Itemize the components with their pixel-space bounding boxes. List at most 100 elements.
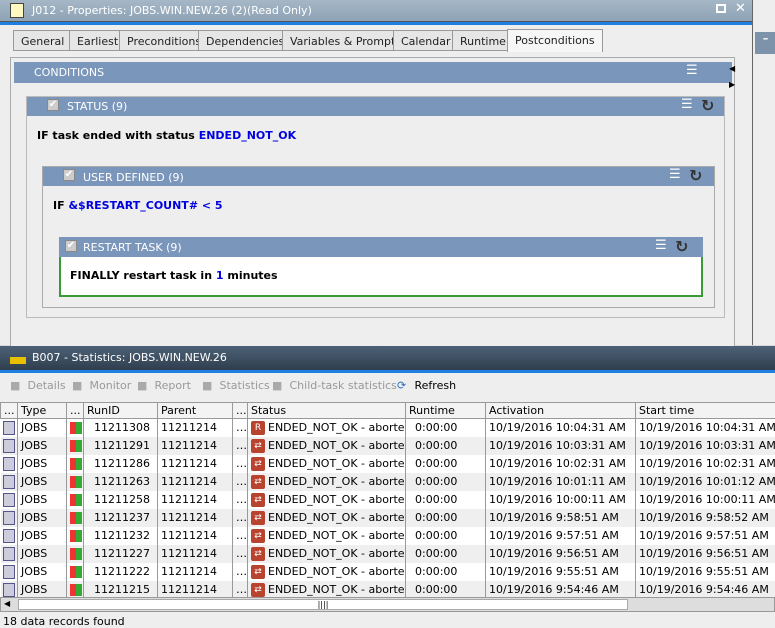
tab-earliest[interactable]: Earliest — [69, 30, 127, 51]
status-cell: ⇄ ENDED_NOT_OK - aborted — [247, 544, 406, 563]
monitor-icon: ■ — [72, 379, 83, 392]
windows-icon — [70, 512, 82, 524]
refresh-icon[interactable]: ↻ — [675, 237, 688, 256]
user-condition: IF &$RESTART_COUNT# < 5 — [53, 199, 223, 212]
statistics-titlebar: B007 - Statistics: JOBS.WIN.NEW.26 — [0, 346, 775, 370]
scroll-right-icon[interactable]: ▶ — [729, 80, 735, 89]
status-condition: IF task ended with status ENDED_NOT_OK — [37, 129, 297, 142]
table-row[interactable]: JOBS 11211291 11211214 … ⇄ ENDED_NOT_OK -… — [0, 436, 775, 455]
more-cell: … — [232, 562, 248, 581]
status-block: ✔ STATUS (9) ☰ ↻ IF task ended with stat… — [26, 96, 725, 318]
parent-cell: 11211214 — [157, 454, 233, 473]
table-row[interactable]: JOBS 11211286 11211214 … ⇄ ENDED_NOT_OK -… — [0, 454, 775, 473]
list-icon[interactable]: ☰ — [655, 238, 667, 253]
type-cell: JOBS — [17, 418, 67, 437]
parent-cell: 11211214 — [157, 544, 233, 563]
maximize-icon[interactable] — [716, 4, 726, 13]
list-icon[interactable]: ☰ — [681, 97, 693, 112]
tab-general[interactable]: General — [13, 30, 73, 51]
refresh-icon[interactable]: ↻ — [701, 96, 714, 115]
start-time-cell: 10/19/2016 10:02:31 AM — [635, 454, 775, 473]
activation-cell: 10/19/2016 10:04:31 AM — [485, 418, 636, 437]
scroll-left-icon[interactable]: ◀ — [4, 599, 10, 608]
column-header[interactable]: Runtime — [405, 402, 486, 419]
table-row[interactable]: JOBS 11211227 11211214 … ⇄ ENDED_NOT_OK -… — [0, 544, 775, 563]
list-icon[interactable]: ☰ — [686, 63, 698, 78]
horizontal-scrollbar[interactable]: ◀ |||| — [0, 597, 775, 612]
more-cell: … — [232, 472, 248, 491]
parent-cell: 11211214 — [157, 436, 233, 455]
restart-checkbox[interactable]: ✔ — [65, 240, 77, 252]
child-task-statistics-button[interactable]: ■ Child-task statistics — [272, 379, 397, 392]
status-cell: ⇄ ENDED_NOT_OK - aborted — [247, 472, 406, 491]
activation-cell: 10/19/2016 9:56:51 AM — [485, 544, 636, 563]
windows-icon — [70, 584, 82, 596]
aborted-status-icon: ⇄ — [251, 438, 265, 453]
table-row[interactable]: JOBS 11211237 11211214 … ⇄ ENDED_NOT_OK -… — [0, 508, 775, 527]
refresh-button[interactable]: ⟳ Refresh — [397, 379, 456, 392]
user-defined-block: ✔ USER DEFINED (9) ☰ ↻ IF &$RESTART_COUN… — [42, 166, 715, 308]
status-cell: R ENDED_NOT_OK - aborted — [247, 418, 406, 437]
tab-dependencies[interactable]: Dependencies — [198, 30, 293, 51]
restart-task-block: ✔ RESTART TASK (9) ☰ ↻ FINALLY restart t… — [59, 237, 703, 297]
column-header[interactable]: Type — [17, 402, 67, 419]
activation-cell: 10/19/2016 10:00:11 AM — [485, 490, 636, 509]
more-cell: … — [232, 544, 248, 563]
more-cell: … — [232, 490, 248, 509]
status-checkbox[interactable]: ✔ — [47, 99, 59, 111]
column-header[interactable]: Activation — [485, 402, 636, 419]
minimize-icon[interactable]: – — [755, 32, 775, 54]
table-row[interactable]: JOBS 11211263 11211214 … ⇄ ENDED_NOT_OK -… — [0, 472, 775, 491]
details-button[interactable]: ■ Details — [10, 379, 66, 392]
user-defined-header: ✔ USER DEFINED (9) ☰ ↻ — [43, 166, 714, 186]
windows-icon — [70, 548, 82, 560]
tab-preconditions[interactable]: Preconditions — [119, 30, 210, 51]
close-icon[interactable]: ✕ — [735, 1, 746, 16]
parent-cell: 11211214 — [157, 580, 233, 599]
activation-cell: 10/19/2016 9:55:51 AM — [485, 562, 636, 581]
statistics-button[interactable]: ■ Statistics — [202, 379, 270, 392]
properties-titlebar: J012 - Properties: JOBS.WIN.NEW.26 (2)(R… — [0, 0, 752, 22]
parent-cell: 11211214 — [157, 490, 233, 509]
tab-calendar[interactable]: Calendar — [393, 30, 459, 51]
start-time-cell: 10/19/2016 9:56:51 AM — [635, 544, 775, 563]
start-time-cell: 10/19/2016 9:57:51 AM — [635, 526, 775, 545]
status-header: ✔ STATUS (9) ☰ ↻ — [27, 96, 724, 116]
column-header[interactable]: RunID — [83, 402, 158, 419]
list-icon[interactable]: ☰ — [669, 167, 681, 182]
column-header[interactable]: Parent — [157, 402, 233, 419]
tab-variables-prompts[interactable]: Variables & Prompts — [282, 30, 410, 51]
column-header[interactable]: ... — [232, 402, 248, 419]
start-time-cell: 10/19/2016 10:00:11 AM — [635, 490, 775, 509]
activation-cell: 10/19/2016 9:54:46 AM — [485, 580, 636, 599]
statistics-icon — [10, 352, 26, 364]
tab-postconditions[interactable]: Postconditions — [507, 29, 603, 52]
table-row[interactable]: JOBS 11211232 11211214 … ⇄ ENDED_NOT_OK -… — [0, 526, 775, 545]
job-icon — [2, 420, 15, 435]
more-cell: … — [232, 418, 248, 437]
statistics-table: ... Type... RunID Parent... Status Runtime Act… — [0, 402, 775, 599]
job-icon — [2, 528, 15, 543]
table-row[interactable]: JOBS 11211222 11211214 … ⇄ ENDED_NOT_OK -… — [0, 562, 775, 581]
tab-runtime[interactable]: Runtime — [452, 30, 514, 51]
table-row[interactable]: JOBS 11211308 11211214 … R ENDED_NOT_OK -… — [0, 418, 775, 437]
column-header[interactable]: Start time — [635, 402, 775, 419]
refresh-icon[interactable]: ↻ — [689, 166, 702, 185]
scroll-left-icon[interactable]: ◀ — [729, 64, 735, 73]
runtime-cell: 0:00:00 — [405, 544, 486, 563]
column-header[interactable]: ... — [0, 402, 18, 419]
runtime-cell: 0:00:00 — [405, 562, 486, 581]
job-icon — [2, 546, 15, 561]
user-defined-checkbox[interactable]: ✔ — [63, 169, 75, 181]
title-accent — [0, 22, 752, 25]
start-time-cell: 10/19/2016 9:58:52 AM — [635, 508, 775, 527]
restart-action: FINALLY restart task in 1 minutes — [70, 269, 278, 282]
column-header[interactable]: Status — [247, 402, 406, 419]
scrollbar-thumb[interactable]: |||| — [18, 599, 628, 610]
monitor-button[interactable]: ■ Monitor — [72, 379, 131, 392]
table-row[interactable]: JOBS 11211215 11211214 … ⇄ ENDED_NOT_OK -… — [0, 580, 775, 599]
activation-cell: 10/19/2016 10:03:31 AM — [485, 436, 636, 455]
table-row[interactable]: JOBS 11211258 11211214 … ⇄ ENDED_NOT_OK -… — [0, 490, 775, 509]
report-button[interactable]: ■ Report — [137, 379, 191, 392]
column-header[interactable]: ... — [66, 402, 84, 419]
